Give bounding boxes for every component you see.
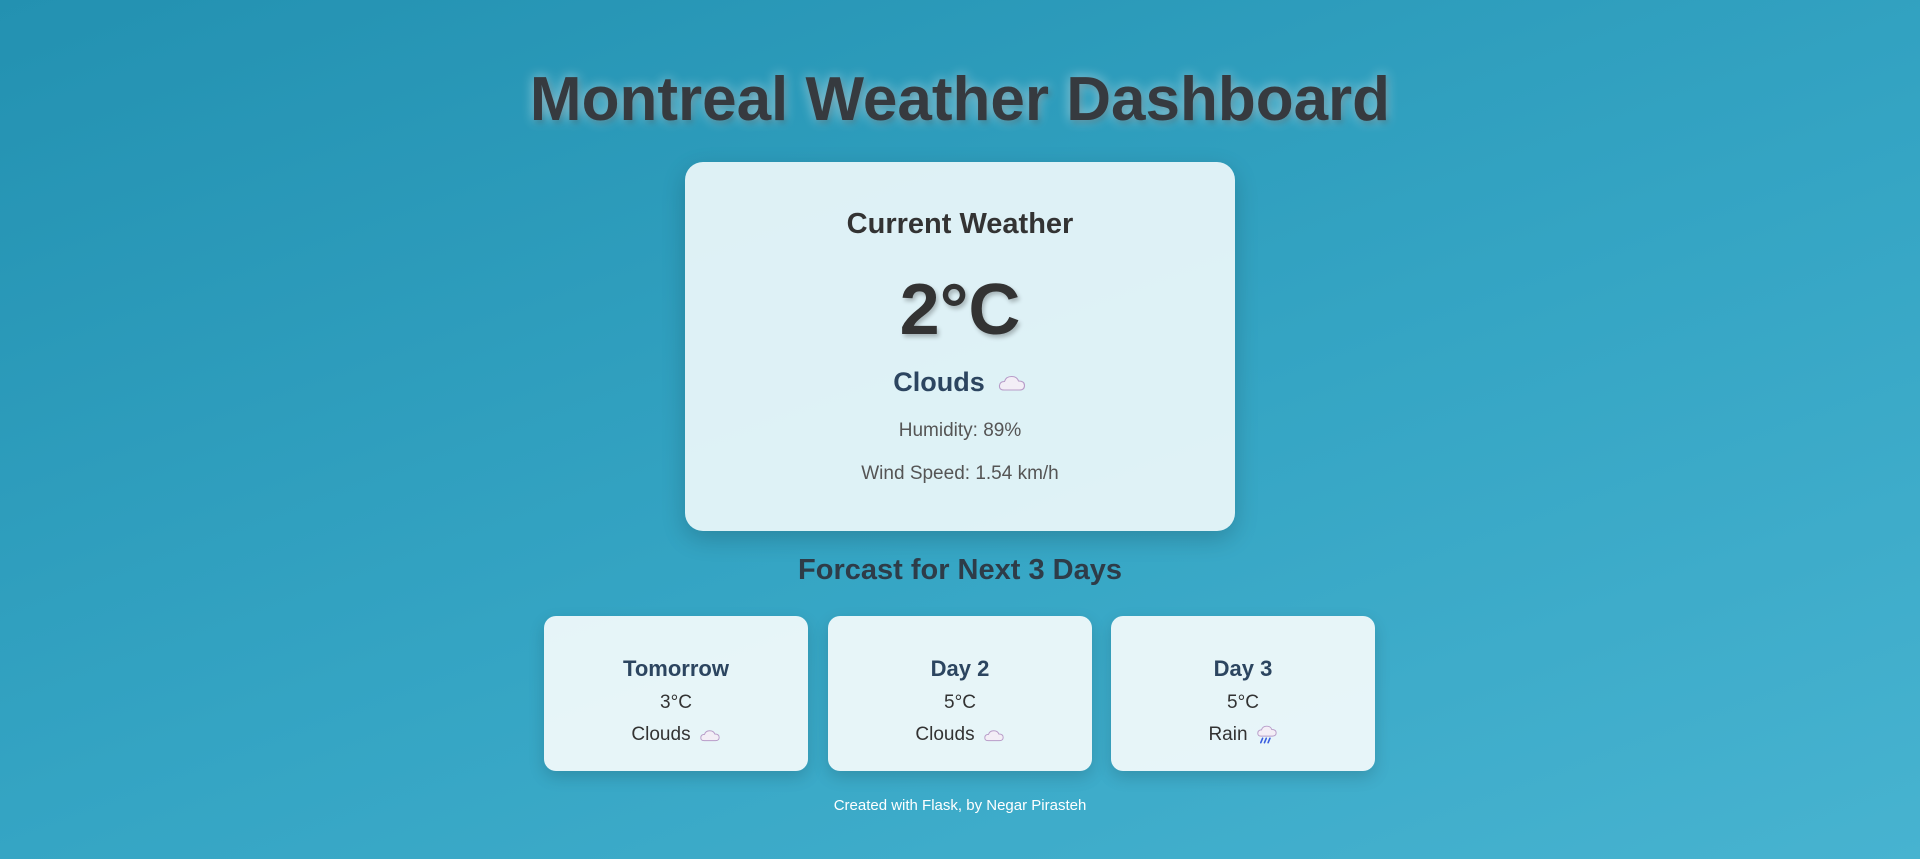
current-weather-card: Current Weather 2°C Clouds Humidity: 89%…	[685, 162, 1235, 531]
rain-cloud-icon	[1256, 725, 1278, 745]
forecast-card-tomorrow: Tomorrow 3°C Clouds	[544, 616, 808, 771]
forecast-condition-label: Rain	[1208, 724, 1248, 745]
cloud-icon	[983, 728, 1005, 743]
forecast-condition: Rain	[1111, 724, 1375, 746]
humidity-value: Humidity: 89%	[898, 420, 1022, 441]
forecast-condition: Clouds	[828, 724, 1092, 746]
current-weather-heading: Current Weather	[846, 208, 1074, 240]
forecast-temperature: 5°C	[1227, 692, 1259, 713]
forecast-day-label: Tomorrow	[623, 656, 729, 681]
cloud-icon	[699, 728, 721, 743]
forecast-card-day-3: Day 3 5°C Rain	[1111, 616, 1375, 771]
forecast-temperature: 5°C	[944, 692, 976, 713]
page-title: Montreal Weather Dashboard	[529, 65, 1391, 134]
wind-speed-value: Wind Speed: 1.54 km/h	[861, 463, 1059, 484]
forecast-heading: Forcast for Next 3 Days	[798, 554, 1122, 586]
cloud-icon	[997, 373, 1027, 393]
forecast-day-label: Day 2	[930, 656, 990, 681]
footer-credit: Created with Flask, by Negar Pirasteh	[833, 797, 1087, 814]
forecast-day-label: Day 3	[1213, 656, 1273, 681]
current-temperature: 2°C	[899, 270, 1021, 350]
forecast-condition-label: Clouds	[915, 724, 975, 745]
forecast-condition: Clouds	[544, 724, 808, 746]
forecast-condition-label: Clouds	[631, 724, 691, 745]
forecast-temperature: 3°C	[660, 692, 692, 713]
forecast-card-day-2: Day 2 5°C Clouds	[828, 616, 1092, 771]
current-condition: Clouds	[685, 367, 1235, 398]
current-condition-label: Clouds	[893, 367, 985, 397]
